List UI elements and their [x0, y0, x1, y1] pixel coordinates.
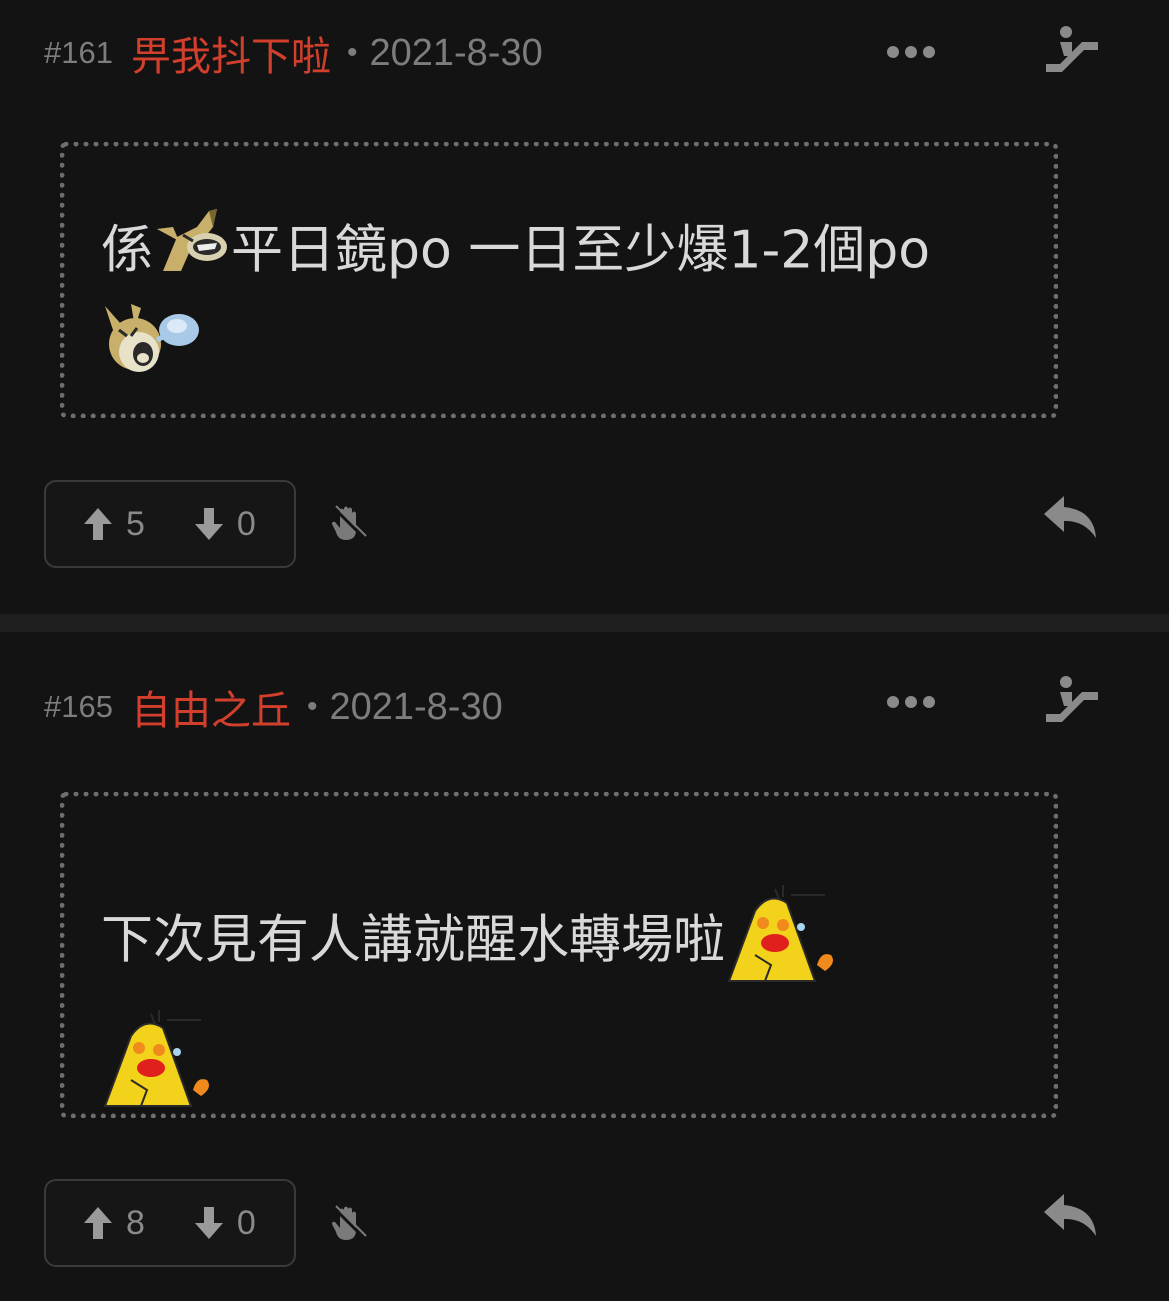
post-content-box: 係 平日鏡po 一日至少爆1-2個po [60, 142, 1058, 418]
separator-dot: • [306, 690, 318, 723]
post-161: #161 畀我抖下啦 • 2021-8-30 係 平日鏡po 一日至少爆1-2個… [0, 0, 1169, 614]
content-text: 下次見有人講就醒水轉場啦 [101, 910, 726, 971]
reply-button[interactable] [1040, 492, 1100, 542]
downvote-button[interactable]: 0 [193, 1204, 256, 1243]
content-text-rest: 平日鏡po 一日至少爆1-2個po [231, 220, 931, 281]
separator-dot: • [346, 36, 358, 69]
more-options-button[interactable] [880, 38, 942, 66]
arrow-up-icon [84, 1207, 112, 1239]
escalator-icon [1046, 26, 1098, 72]
more-dot-icon [923, 46, 935, 58]
more-dot-icon [887, 46, 899, 58]
floor-number: #165 [44, 689, 113, 724]
post-165: #165 自由之丘 • 2021-8-30 下次見有人講就醒水轉場啦 8 0 [0, 632, 1169, 1301]
downvote-count: 0 [236, 1203, 256, 1242]
upvote-count: 8 [126, 1203, 145, 1242]
post-header: #165 自由之丘 • 2021-8-30 [44, 682, 503, 735]
reply-icon [1044, 496, 1096, 538]
more-options-button[interactable] [880, 688, 942, 716]
escalator-button[interactable] [1040, 672, 1104, 732]
more-dot-icon [887, 696, 899, 708]
arrow-down-icon [194, 508, 223, 540]
vote-box: 8 0 [44, 1179, 296, 1267]
vote-box: 5 0 [44, 480, 296, 568]
reply-icon [1044, 1194, 1096, 1236]
post-content: 係 平日鏡po 一日至少爆1-2個po [101, 207, 1023, 397]
username[interactable]: 畀我抖下啦 [131, 24, 331, 82]
yellow-chick-laughing-emoji-icon [725, 881, 841, 1006]
post-date: 2021-8-30 [329, 685, 503, 728]
more-dot-icon [905, 696, 917, 708]
username[interactable]: 自由之丘 [131, 678, 291, 736]
post-date: 2021-8-30 [369, 31, 543, 74]
post-content-box: 下次見有人講就醒水轉場啦 [60, 792, 1058, 1118]
arrow-up-icon [84, 508, 112, 540]
upvote-button[interactable]: 5 [82, 505, 145, 544]
horse-laughing-emoji-icon [153, 207, 231, 300]
hand-icon [332, 1205, 367, 1240]
post-header: #161 畀我抖下啦 • 2021-8-30 [44, 28, 543, 81]
hand-icon [332, 505, 367, 540]
escalator-icon [1046, 676, 1098, 722]
more-dot-icon [923, 696, 935, 708]
upvote-count: 5 [126, 504, 145, 543]
block-hand-button[interactable] [330, 1204, 370, 1244]
downvote-count: 0 [236, 504, 256, 543]
yellow-chick-laughing-emoji-icon [101, 1006, 217, 1131]
post-content: 下次見有人講就醒水轉場啦 [101, 881, 1023, 1131]
post-divider [0, 614, 1169, 632]
reply-button[interactable] [1040, 1190, 1100, 1240]
arrow-down-icon [194, 1207, 223, 1239]
escalator-button[interactable] [1040, 22, 1104, 82]
horse-sneezing-emoji-icon [101, 300, 201, 397]
more-dot-icon [905, 46, 917, 58]
floor-number: #161 [44, 35, 113, 70]
content-text-start: 係 [101, 220, 154, 281]
downvote-button[interactable]: 0 [193, 505, 256, 544]
upvote-button[interactable]: 8 [82, 1204, 145, 1243]
block-hand-button[interactable] [330, 504, 370, 544]
